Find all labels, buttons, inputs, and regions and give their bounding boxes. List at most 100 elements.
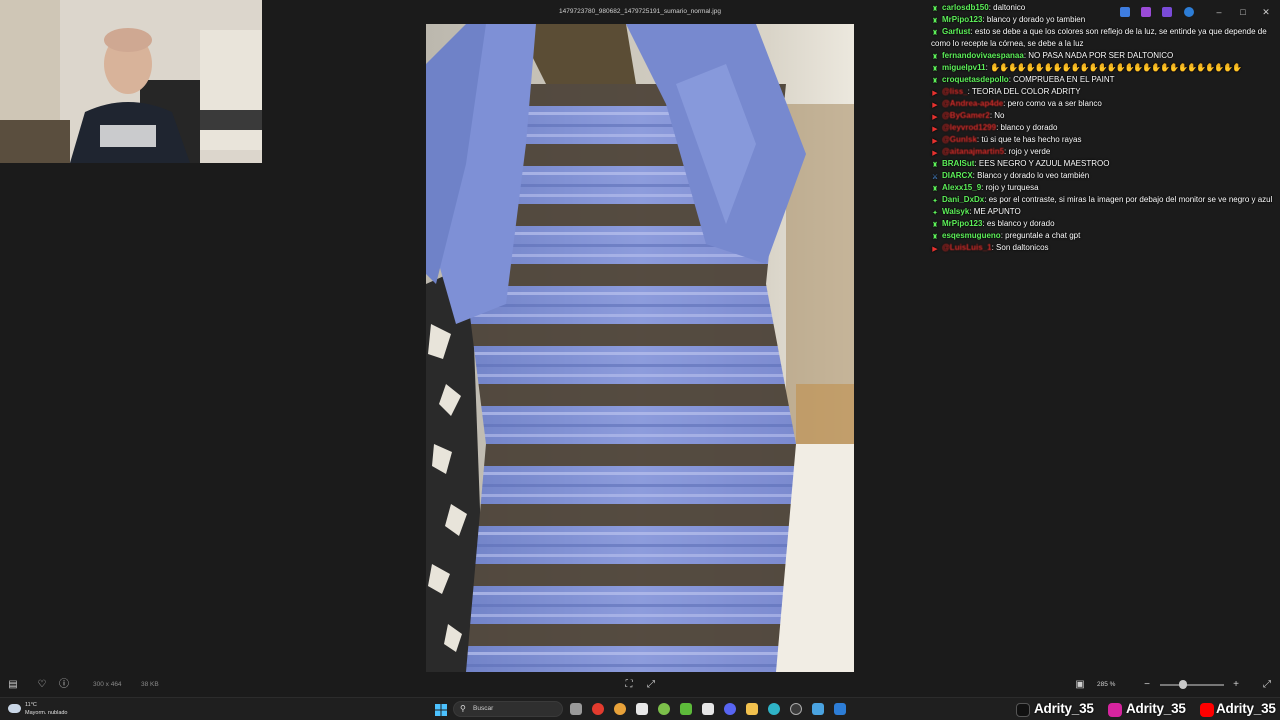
chat-message: ▶ @Andrea-ap4de: pero como va a ser blanc… <box>931 98 1280 110</box>
diamond-badge-icon: ✦ <box>932 197 938 205</box>
discord-icon[interactable] <box>724 703 736 715</box>
task-view-icon[interactable] <box>570 703 582 715</box>
gift-badge-icon: ♜ <box>931 53 939 61</box>
chat-username[interactable]: BRAISut <box>942 159 974 168</box>
chat-message: ▶ @leyvrod1299: blanco y dorado <box>931 122 1280 134</box>
chat-message: ▶ @liss_: TEORIA DEL COLOR ADRITY <box>931 86 1280 98</box>
chat-text: pero como va a ser blanco <box>1007 98 1102 108</box>
instagram-icon <box>1108 703 1122 717</box>
chat-username[interactable]: esqesmugueno <box>942 231 1001 240</box>
start-button[interactable] <box>435 703 447 716</box>
chat-message: ♜ miguelpv11: ✋✋✋✋✋✋✋✋✋✋✋✋✋✋✋✋✋✋✋✋✋✋✋✋✋✋✋… <box>931 62 1280 74</box>
cloud-icon <box>8 704 21 713</box>
zoom-in-icon[interactable]: + <box>1229 678 1243 692</box>
chat-username[interactable]: croquetasdepollo <box>942 75 1009 84</box>
zoom-level[interactable]: 285 % <box>1097 681 1115 688</box>
chat-message: ▶ @Gunlsk: tú si que te has hecho rayas <box>931 134 1280 146</box>
windows-icon <box>435 704 447 716</box>
fullscreen-icon[interactable]: ⤢ <box>644 678 658 692</box>
chat-message: ♜ MrPipo123: blanco y dorado yo tambien <box>931 14 1280 26</box>
chat-username[interactable]: @LuisLuis_1 <box>942 243 992 252</box>
chat-message: ▶ @ByGamer2: No <box>931 110 1280 122</box>
file-icon[interactable] <box>592 703 604 715</box>
chat-text: blanco y dorado <box>1000 122 1058 132</box>
gift-badge-icon: ♜ <box>931 77 939 85</box>
youtube-handle: Adrity_35 <box>1216 701 1276 716</box>
chat-username[interactable]: fernandovivaespanaa <box>942 51 1024 60</box>
android-icon[interactable] <box>658 703 670 715</box>
chat-message: ♜ Alexx15_9: rojo y turquesa <box>931 182 1280 194</box>
chat-text: ME APUNTO <box>973 206 1021 216</box>
chat-text: preguntale a chat gpt <box>1005 230 1081 240</box>
chat-message: ✦ Dani_DxDx: es por el contraste, si mira… <box>931 194 1280 206</box>
youtube-badge-icon: ▶ <box>932 137 938 145</box>
chat-message: ♜ esqesmugueno: preguntale a chat gpt <box>931 230 1280 242</box>
steam-icon[interactable] <box>702 703 714 715</box>
chat-text: blanco y dorado yo tambien <box>986 15 1086 24</box>
clap-emote-icon: ✋✋✋✋✋✋✋✋✋✋✋✋✋✋✋✋✋✋✋✋✋✋✋✋✋✋✋✋ <box>990 62 1242 72</box>
chat-username[interactable]: @leyvrod1299 <box>942 123 996 132</box>
gift-badge-icon: ♜ <box>931 233 939 241</box>
youtube-badge-icon: ▶ <box>932 245 938 253</box>
chat-username[interactable]: carlosdb150 <box>942 3 989 12</box>
chat-username[interactable]: DIARCX <box>942 171 973 180</box>
search-icon: ⚲ <box>460 704 466 713</box>
chat-text: rojo y turquesa <box>985 182 1039 192</box>
chat-username[interactable]: @ByGamer2 <box>942 111 990 120</box>
chat-username[interactable]: Dani_DxDx <box>942 195 984 204</box>
zoom-slider-thumb[interactable] <box>1179 680 1187 689</box>
chat-message: ▶ @aitanajmartin5: rojo y verde <box>931 146 1280 158</box>
filmstrip-icon[interactable]: ▤ <box>6 678 20 692</box>
chat-message: ♜ fernandovivaespanaa: NO PASA NADA POR S… <box>931 50 1280 62</box>
chat-username[interactable]: MrPipo123 <box>942 219 982 228</box>
gift-badge-icon: ♜ <box>931 6 939 13</box>
chat-username[interactable]: Alexx15_9 <box>942 183 981 192</box>
chat-username[interactable]: @liss_ <box>942 87 968 96</box>
xbox-icon[interactable] <box>680 703 692 715</box>
search-placeholder: Buscar <box>473 705 494 712</box>
edge-icon[interactable] <box>768 703 780 715</box>
expand-icon[interactable]: ⤢ <box>1260 678 1274 692</box>
obs-icon[interactable] <box>790 703 802 715</box>
chat-text: es por el contraste, si miras la imagen … <box>988 194 1273 204</box>
chat-text: COMPRUEBA EN EL PAINT <box>1013 74 1115 84</box>
fit-screen-icon[interactable]: ⛶ <box>622 678 636 692</box>
chrome-icon[interactable] <box>614 703 626 715</box>
youtube-badge-icon: ▶ <box>932 113 938 121</box>
gift-badge-icon: ♜ <box>931 30 939 37</box>
chat-username[interactable]: @Gunlsk <box>942 135 977 144</box>
document-icon[interactable] <box>636 703 648 715</box>
info-icon[interactable]: ⓘ <box>57 678 71 692</box>
chat-text: daltonico <box>993 3 1026 12</box>
file-size: 38 KB <box>141 681 159 688</box>
chat-username[interactable]: @aitanajmartin5 <box>942 147 1004 156</box>
chat-overlay: ♜ carlosdb150: daltonico ♜ MrPipo123: blanc… <box>931 2 1280 254</box>
chat-username[interactable]: Walsyk <box>942 207 969 216</box>
gift-badge-icon: ♜ <box>931 221 939 229</box>
zoom-out-icon[interactable]: − <box>1140 678 1154 692</box>
chat-message: ✦ Walsyk: ME APUNTO <box>931 206 1280 218</box>
photos-icon[interactable] <box>834 703 846 715</box>
chat-username[interactable]: miguelpv11 <box>942 63 986 72</box>
chat-username[interactable]: Garfust <box>942 27 970 36</box>
taskbar-search[interactable]: ⚲ Buscar <box>453 701 563 717</box>
image-dimensions: 300 x 464 <box>93 681 122 688</box>
chat-username[interactable]: @Andrea-ap4de <box>942 99 1003 108</box>
gift-badge-icon: ♜ <box>931 161 939 169</box>
chat-text: es blanco y dorado <box>986 218 1055 228</box>
youtube-badge-icon: ▶ <box>932 125 938 133</box>
sword-badge-icon: ⚔ <box>931 173 939 181</box>
folder-icon[interactable] <box>746 703 758 715</box>
webcam-feed <box>0 0 262 163</box>
actual-size-icon[interactable]: ▣ <box>1073 678 1087 692</box>
chat-message: ♜ MrPipo123: es blanco y dorado <box>931 218 1280 230</box>
favorite-icon[interactable]: ♡ <box>35 678 49 692</box>
vpn-icon[interactable] <box>812 703 824 715</box>
youtube-badge-icon: ▶ <box>932 101 938 109</box>
chat-text: EES NEGRO Y AZUUL MAESTROO <box>978 158 1110 168</box>
chat-username[interactable]: MrPipo123 <box>942 15 982 24</box>
zoom-slider[interactable] <box>1160 684 1224 686</box>
tiktok-icon <box>1016 703 1030 717</box>
weather-temperature: 11°C <box>25 702 37 708</box>
diamond-badge-icon: ✦ <box>932 209 938 217</box>
